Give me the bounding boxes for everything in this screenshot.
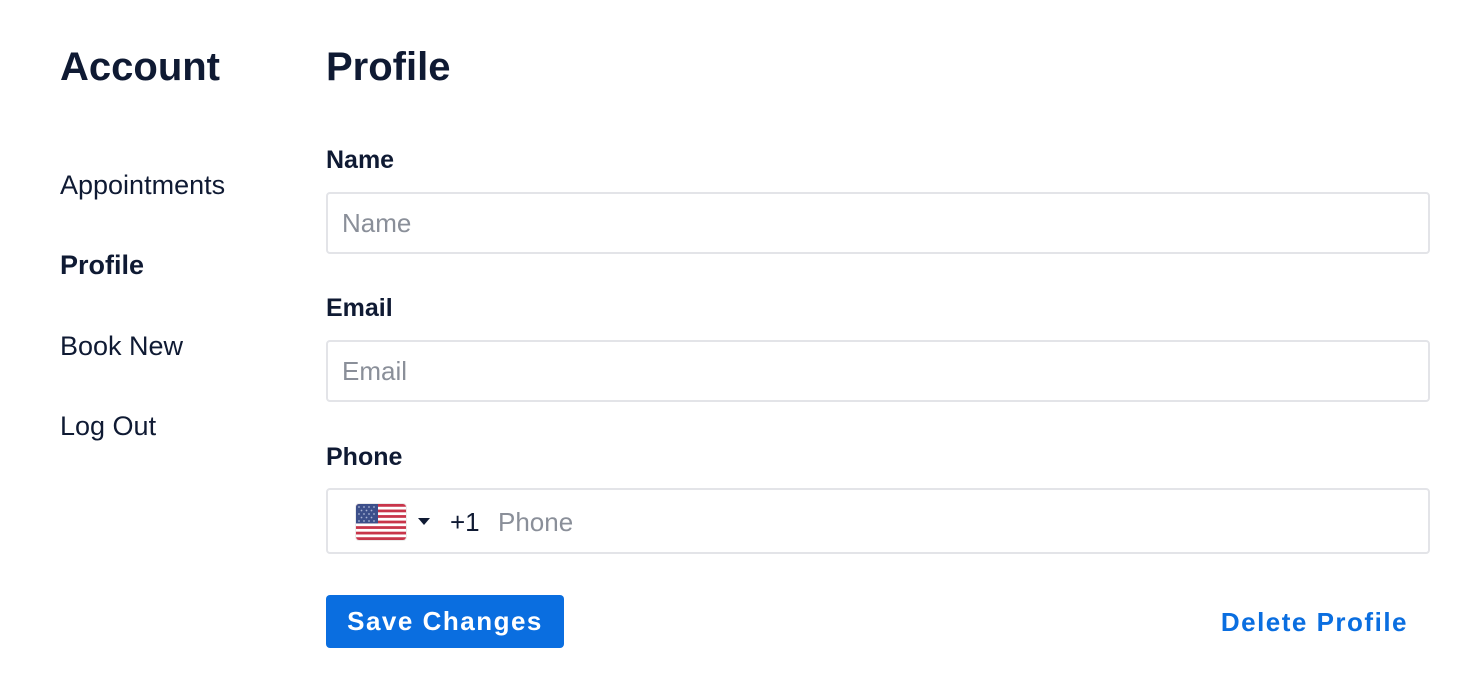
sidebar-title: Account — [60, 45, 220, 89]
page-title: Profile — [326, 45, 451, 89]
country-selector[interactable] — [356, 502, 436, 542]
name-input[interactable] — [326, 192, 1430, 254]
save-changes-button[interactable]: Save Changes — [326, 595, 564, 648]
dial-code: +1 — [450, 507, 480, 537]
delete-profile-link[interactable]: Delete Profile — [1221, 606, 1408, 638]
phone-label: Phone — [326, 443, 403, 471]
sidebar-item-appointments[interactable]: Appointments — [60, 169, 225, 201]
phone-input[interactable] — [498, 500, 1398, 544]
email-label: Email — [326, 294, 393, 322]
sidebar-item-book-new[interactable]: Book New — [60, 330, 183, 362]
name-label: Name — [326, 146, 395, 174]
sidebar-item-log-out[interactable]: Log Out — [60, 410, 156, 442]
phone-field: +1 — [326, 488, 1430, 554]
sidebar-item-profile[interactable]: Profile — [60, 249, 144, 281]
email-input[interactable] — [326, 340, 1430, 402]
caret-down-icon — [418, 518, 430, 525]
us-flag-icon — [356, 504, 406, 540]
